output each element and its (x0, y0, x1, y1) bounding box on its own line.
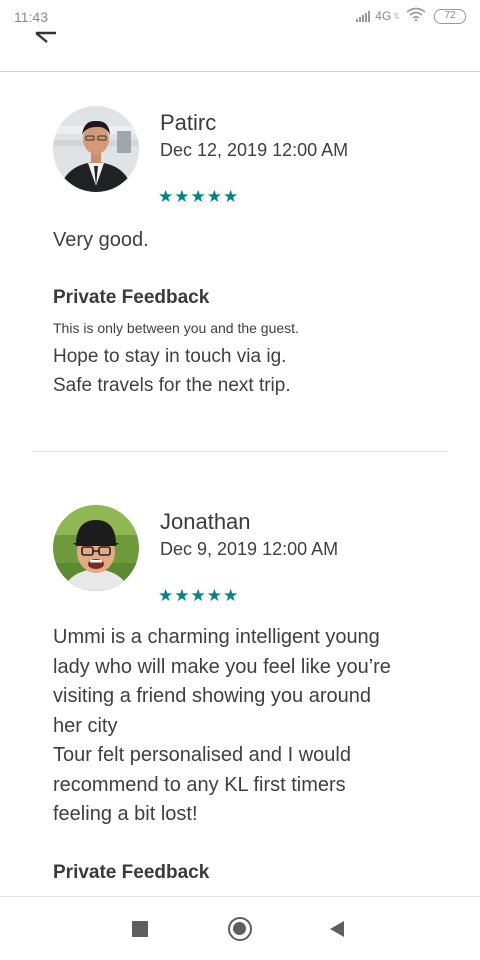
status-time: 11:43 (14, 9, 48, 25)
review-date: Dec 12, 2019 12:00 AM (160, 140, 349, 160)
reviewer-name: Patirc (160, 110, 217, 135)
private-feedback-note: This is only between you and the guest. (53, 320, 299, 336)
rating-stars: ★★★★★ (158, 187, 240, 206)
back-arrow-icon[interactable] (28, 30, 68, 52)
square-icon[interactable] (132, 921, 148, 937)
review-text: Very good. (53, 229, 149, 251)
private-feedback-title: Private Feedback (53, 862, 210, 883)
rating-stars: ★★★★★ (158, 586, 240, 605)
status-icons: 4G ⇅ 72 (356, 7, 466, 26)
private-feedback-text: Hope to stay in touch via ig. Safe trave… (53, 346, 291, 396)
avatar (53, 505, 139, 591)
network-type: 4G (375, 9, 392, 23)
signal-icon (356, 10, 371, 22)
review-date: Dec 9, 2019 12:00 AM (160, 539, 339, 559)
circle-icon[interactable] (228, 917, 252, 941)
review-text: Ummi is a charming intelligent young lad… (53, 626, 391, 825)
wifi-icon (406, 7, 426, 26)
triangle-back-icon[interactable] (330, 921, 344, 937)
reviewer-name: Jonathan (160, 509, 251, 534)
divider (32, 451, 448, 452)
status-bar: 11:43 4G ⇅ 72 (0, 0, 480, 30)
battery-icon: 72 (434, 8, 466, 24)
private-feedback-title: Private Feedback (53, 287, 210, 308)
top-app-bar (0, 30, 480, 72)
navigation-bar (0, 896, 480, 960)
data-activity-icon: ⇅ (393, 11, 400, 21)
avatar (53, 106, 139, 192)
